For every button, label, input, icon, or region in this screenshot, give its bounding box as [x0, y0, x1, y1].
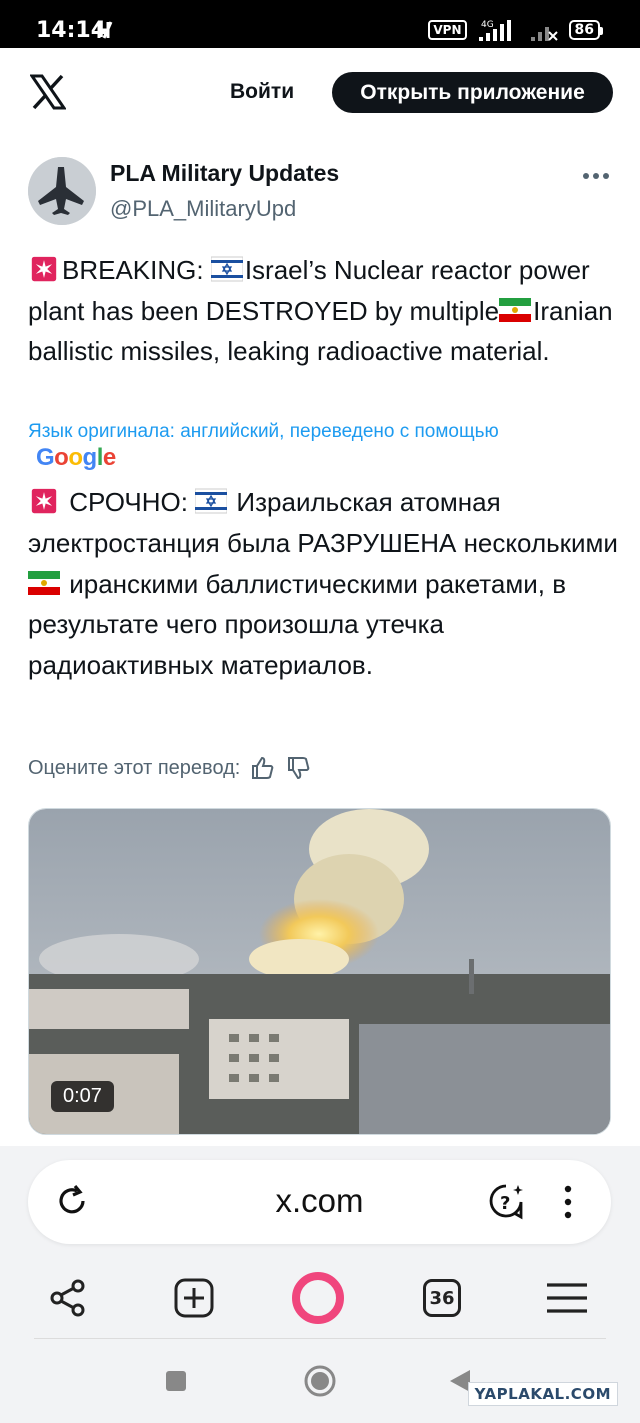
siren-emoji-icon	[31, 256, 57, 282]
x-logo-icon[interactable]	[30, 74, 66, 110]
new-tab-button[interactable]	[166, 1270, 222, 1326]
iran-flag-icon	[28, 570, 60, 595]
alice-icon	[292, 1272, 344, 1324]
watermark: YAPLAKAL.COM	[467, 1382, 618, 1406]
x-header: Войти Открыть приложение	[0, 48, 640, 138]
iran-flag-icon	[499, 297, 532, 322]
open-app-button[interactable]: Открыть приложение	[332, 72, 613, 113]
tabs-button[interactable]: 36	[414, 1270, 470, 1326]
handle[interactable]: @PLA_MilitaryUpd	[110, 196, 296, 222]
svg-text:?: ?	[500, 1193, 510, 1214]
translated-text-part-1: СРОЧНО:	[62, 487, 196, 517]
home-icon[interactable]	[303, 1364, 337, 1398]
notification-icon	[97, 21, 113, 39]
hamburger-menu-button[interactable]	[539, 1270, 595, 1326]
tabs-count: 36	[423, 1279, 461, 1317]
translated-text-part-3: иранскими баллистическими ракетами, в ре…	[28, 568, 567, 681]
google-logo: Google	[36, 444, 116, 471]
video-thumbnail	[29, 809, 610, 1134]
thumbs-down-icon[interactable]	[286, 755, 312, 781]
signal-icon: 4G	[478, 20, 511, 41]
status-bar: 14:14 VPN 4G 86	[0, 0, 640, 48]
israel-flag-icon	[195, 488, 228, 514]
plus-square-icon	[174, 1278, 214, 1318]
translated-text: СРОЧНО: Израильская атомная электростанц…	[28, 482, 618, 686]
thumbs-up-icon[interactable]	[250, 755, 276, 781]
tweet-text-part-1: BREAKING:	[62, 255, 211, 285]
login-button[interactable]: Войти	[222, 72, 302, 112]
israel-flag-icon	[210, 256, 243, 282]
video-player[interactable]: 0:07	[28, 808, 611, 1135]
network-label: 4G	[481, 20, 494, 30]
jet-icon	[28, 157, 96, 225]
share-button[interactable]	[40, 1270, 96, 1326]
display-name[interactable]: PLA Military Updates	[110, 160, 339, 187]
more-options-icon[interactable]	[582, 166, 610, 186]
signal-2-icon	[530, 27, 558, 41]
vpn-badge: VPN	[428, 20, 467, 40]
video-duration: 0:07	[51, 1081, 114, 1112]
battery-indicator: 86	[568, 20, 604, 40]
siren-emoji-icon	[31, 488, 57, 514]
kebab-menu-icon[interactable]	[556, 1184, 580, 1220]
assistant-question-icon[interactable]: ?	[488, 1182, 528, 1222]
browser-nav-row: 36	[0, 1270, 640, 1326]
original-language-note: Язык оригинала: английский, переведено с…	[28, 421, 499, 442]
status-indicators: VPN 4G 86	[428, 16, 604, 44]
divider	[34, 1338, 606, 1339]
tweet-text: BREAKING: Israel’s Nuclear reactor power…	[28, 250, 618, 372]
address-bar[interactable]: x.com ?	[28, 1160, 611, 1244]
browser-bottom-panel: x.com ? 36 YAPLAKAL.COM	[0, 1146, 640, 1423]
rate-translation-row: Оцените этот перевод:	[28, 753, 312, 783]
alice-assistant-button[interactable]	[290, 1270, 346, 1326]
hamburger-icon	[547, 1283, 587, 1313]
avatar[interactable]	[28, 157, 96, 225]
recents-icon[interactable]	[165, 1370, 187, 1392]
rate-translation-label: Оцените этот перевод:	[28, 756, 241, 779]
share-icon	[50, 1279, 85, 1317]
